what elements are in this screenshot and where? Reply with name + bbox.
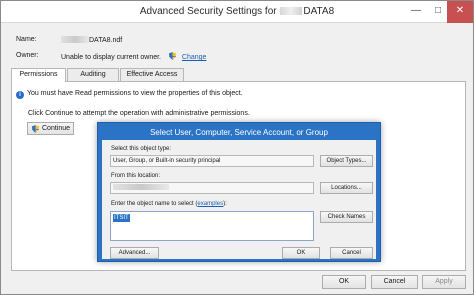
uac-shield-icon [168,52,176,60]
ok-button[interactable]: OK [322,275,366,289]
dialog-cancel-button[interactable]: Cancel [330,247,373,259]
check-names-button[interactable]: Check Names [320,211,373,223]
title-bar[interactable]: Advanced Security Settings for DATA8 — □… [1,1,473,23]
dialog-body: Select this object type: User, Group, or… [102,140,376,259]
window-title-suffix: DATA8 [303,6,335,17]
object-type-field: User, Group, or Built-in security princi… [110,155,314,167]
location-label: From this location: [111,173,161,179]
dialog-ok-button[interactable]: OK [282,247,320,259]
owner-value-text: Unable to display current owner. [61,54,161,61]
info-message: i You must have Read permissions to view … [16,90,243,99]
tab-permissions[interactable]: Permissions [11,68,66,82]
object-types-button[interactable]: Object Types... [320,155,373,167]
object-name-input[interactable]: ITSIT [110,211,314,241]
dialog-title[interactable]: Select User, Computer, Service Account, … [98,128,380,137]
name-label: Name: [16,36,37,43]
info-icon: i [16,91,24,99]
continue-button[interactable]: Continue [27,122,74,135]
redacted-location [113,184,169,190]
location-field [110,182,314,194]
info-message-text: You must have Read permissions to view t… [27,90,243,97]
tab-auditing[interactable]: Auditing [67,68,119,81]
locations-button[interactable]: Locations... [320,182,373,194]
object-name-label-suffix: ): [223,201,227,207]
apply-button[interactable]: Apply [422,275,466,289]
window-title-prefix: Advanced Security Settings for [139,6,277,17]
change-owner-link[interactable]: Change [182,54,207,61]
name-value: DATA8.ndf [61,36,122,44]
cancel-button[interactable]: Cancel [371,275,418,289]
object-name-label-prefix: Enter the object name to select ( [111,201,198,207]
advanced-button[interactable]: Advanced... [110,247,159,259]
continue-button-label: Continue [42,125,71,132]
object-name-label: Enter the object name to select (example… [111,201,227,207]
tab-effective-access[interactable]: Effective Access [120,68,184,81]
select-user-dialog: Select User, Computer, Service Account, … [97,122,381,262]
redacted-path [280,7,303,15]
close-button[interactable]: ✕ [447,1,473,23]
examples-link[interactable]: examples [197,201,223,207]
continue-message: Click Continue to attempt the operation … [28,110,250,117]
name-value-suffix: DATA8.ndf [89,37,123,44]
owner-label: Owner: [16,52,39,59]
entered-object-name: ITSIT [113,214,130,222]
object-type-label: Select this object type: [111,146,172,152]
owner-value: Unable to display current owner. Change [61,52,206,61]
uac-shield-icon [32,125,39,133]
redacted-name [61,36,89,43]
